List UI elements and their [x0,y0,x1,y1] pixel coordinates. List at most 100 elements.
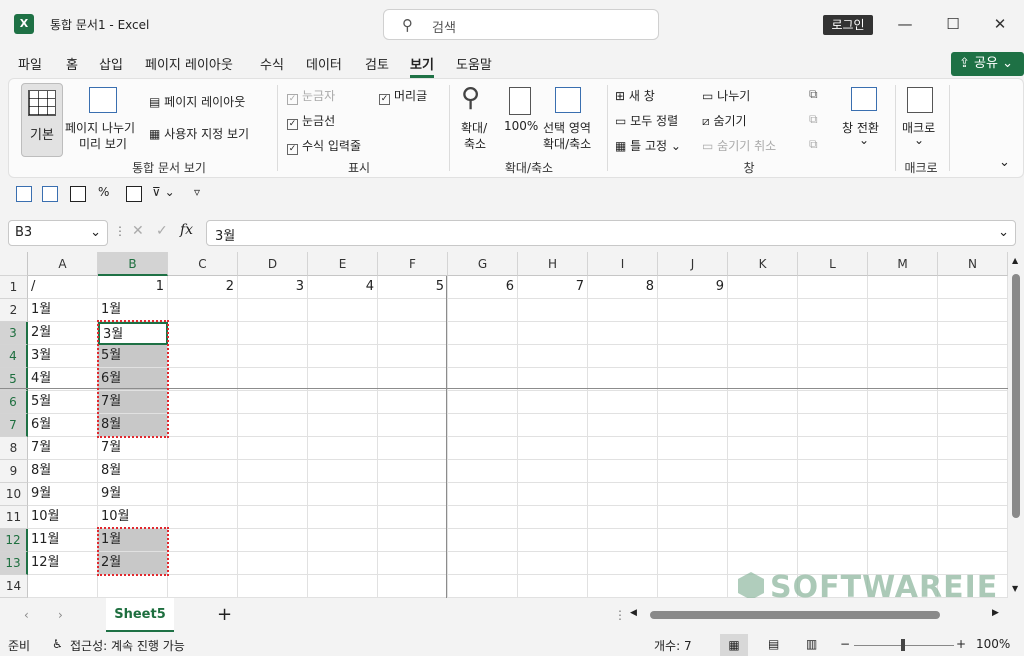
page-layout-status-icon[interactable]: ▤ [768,637,779,651]
cell[interactable] [518,437,588,460]
cell[interactable] [378,391,448,414]
cell[interactable] [518,414,588,437]
cell[interactable]: 2 [168,276,238,299]
grid-icon[interactable] [126,186,142,202]
tab-formulas[interactable]: 수식 [260,54,284,73]
add-sheet-icon[interactable]: + [217,604,232,625]
cell[interactable] [518,345,588,368]
cell[interactable] [378,460,448,483]
zoom-selection-label-2[interactable]: 확대/축소 [543,135,591,152]
border-icon[interactable] [70,186,86,202]
cell[interactable] [448,437,518,460]
page-break-label-1[interactable]: 페이지 나누기 [65,119,135,136]
row-header[interactable]: 13 [0,552,28,575]
cell[interactable] [238,460,308,483]
cell[interactable] [588,506,658,529]
formula-bar-checkbox[interactable]: ✓ 수식 입력줄 [287,137,361,155]
unhide-button[interactable]: ▭ 숨기기 취소 [702,137,776,154]
view-side-by-side-icon[interactable]: ⧉ [809,87,818,102]
cell[interactable]: 1월 [98,299,168,322]
cell[interactable] [938,437,1008,460]
tab-help[interactable]: 도움말 [456,54,492,73]
table-icon[interactable] [42,186,58,202]
cell[interactable]: 8월 [98,414,168,437]
zoom-100-button[interactable]: 100% [504,119,538,133]
cell[interactable]: 3월 [28,345,98,368]
cell[interactable] [518,552,588,575]
normal-view-icon[interactable] [16,186,32,202]
share-button[interactable]: ⇪ 공유 ⌄ [951,52,1024,76]
sheet-tab[interactable]: Sheet5 [106,598,174,632]
freeze-panes-button[interactable]: ▦ 틀 고정 ⌄ [615,137,681,154]
cell[interactable]: 7월 [28,437,98,460]
cell[interactable]: 5 [378,276,448,299]
cell[interactable]: 3 [238,276,308,299]
row-header[interactable]: 11 [0,506,28,529]
row-header[interactable]: 8 [0,437,28,460]
column-header[interactable]: A [28,252,98,276]
cell[interactable] [168,322,238,345]
cell[interactable] [518,506,588,529]
cell[interactable] [238,345,308,368]
cell[interactable] [308,483,378,506]
column-header[interactable]: F [378,252,448,276]
cell[interactable] [518,391,588,414]
tab-review[interactable]: 검토 [365,54,389,73]
minimize-icon[interactable]: — [890,12,920,36]
cell[interactable]: 5월 [28,391,98,414]
column-header[interactable]: C [168,252,238,276]
row-header[interactable]: 4 [0,345,28,368]
cell[interactable] [868,345,938,368]
cell[interactable] [938,483,1008,506]
cell[interactable] [168,460,238,483]
cell[interactable] [518,575,588,598]
cell[interactable] [168,345,238,368]
zoom-button-label-2[interactable]: 축소 [464,135,486,152]
cell[interactable]: 7 [518,276,588,299]
column-header[interactable]: B [98,252,168,276]
cell[interactable] [308,299,378,322]
vertical-scrollbar[interactable]: ▲ ▼ [1008,252,1024,598]
cell[interactable] [658,391,728,414]
row-header[interactable]: 6 [0,391,28,414]
cell[interactable]: 1 [98,276,168,299]
cell[interactable]: 8 [588,276,658,299]
cell[interactable] [588,460,658,483]
cell[interactable] [168,391,238,414]
column-header[interactable]: E [308,252,378,276]
cell[interactable] [798,345,868,368]
cell[interactable] [378,414,448,437]
cell[interactable] [448,322,518,345]
cell[interactable] [728,483,798,506]
cell[interactable] [868,460,938,483]
cell[interactable] [588,575,658,598]
cell[interactable] [238,575,308,598]
cell[interactable] [168,575,238,598]
cell[interactable] [308,460,378,483]
cell[interactable]: 10월 [98,506,168,529]
cell[interactable] [518,483,588,506]
cell[interactable] [938,322,1008,345]
cell[interactable] [658,299,728,322]
cell[interactable] [588,345,658,368]
cell[interactable] [518,299,588,322]
cell[interactable] [938,299,1008,322]
hide-button[interactable]: ⧄ 숨기기 [702,112,747,129]
cell[interactable] [518,460,588,483]
zoom-selection-label-1[interactable]: 선택 영역 [543,119,591,136]
cell[interactable] [658,414,728,437]
cell[interactable] [868,299,938,322]
cell[interactable] [588,483,658,506]
cell[interactable] [308,506,378,529]
zoom-slider-thumb[interactable] [901,639,905,651]
tab-file[interactable]: 파일 [18,54,42,73]
cell[interactable]: 9월 [28,483,98,506]
cell[interactable] [238,506,308,529]
cell[interactable] [658,483,728,506]
cell[interactable] [868,529,938,552]
cell[interactable]: 7월 [98,437,168,460]
cell[interactable] [238,391,308,414]
cell[interactable] [658,506,728,529]
cell[interactable] [308,414,378,437]
cell[interactable] [938,414,1008,437]
